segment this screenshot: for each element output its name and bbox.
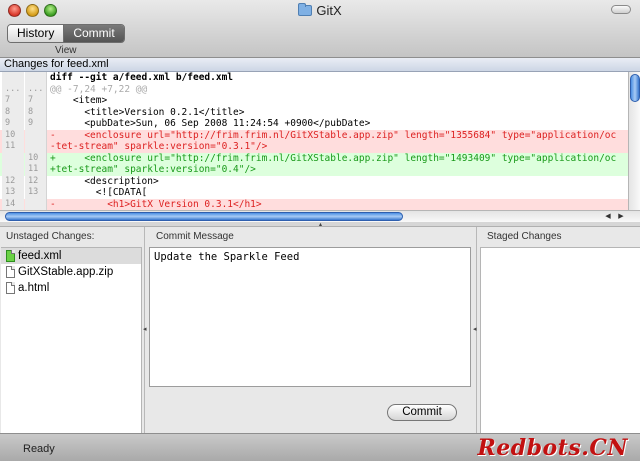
commit-message-label: Commit Message — [156, 231, 234, 242]
diff-code: + <enclosure url="http://frim.frim.nl/Gi… — [50, 152, 617, 164]
diff-line: 77 <item> — [0, 95, 628, 107]
commit-view-button[interactable]: Commit — [63, 25, 124, 42]
diff-code: <description> — [50, 175, 159, 187]
window-titlebar: GitX History Commit View — [0, 0, 640, 58]
old-line-number — [2, 164, 24, 176]
folder-icon — [298, 3, 313, 16]
file-icon — [6, 250, 15, 262]
unstaged-file-item[interactable]: a.html — [1, 280, 141, 296]
diff-code: diff --git a/feed.xml b/feed.xml — [50, 72, 234, 83]
diff-line: ...... @@ -7,24 +7,22 @@ — [0, 83, 628, 95]
diff-vertical-scrollbar[interactable] — [628, 72, 640, 210]
diff-header: Changes for feed.xml — [0, 58, 640, 72]
old-line-number — [2, 72, 24, 84]
diff-line: 10 - <enclosure url="http://frim.frim.nl/… — [0, 129, 628, 141]
unstaged-file-item[interactable]: GitXStable.app.zip — [1, 264, 141, 280]
old-line-number: 10 — [2, 129, 24, 141]
diff-code: +tet-stream" sparkle:version="0.4"/> — [50, 164, 256, 175]
new-line-number: 11 — [25, 164, 47, 176]
file-name: GitXStable.app.zip — [18, 266, 114, 278]
old-line-number — [2, 152, 24, 164]
view-segmented-control: History Commit — [7, 24, 125, 43]
right-divider-handle-icon[interactable]: ◂ — [473, 325, 477, 333]
scroll-left-arrow-icon[interactable]: ◀ — [603, 211, 613, 222]
diff-code: -tet-stream" sparkle:version="0.3.1"/> — [50, 141, 268, 152]
diff-line: 11 -tet-stream" sparkle:version="0.3.1"/> — [0, 141, 628, 153]
diff-horizontal-scroll-thumb[interactable] — [5, 212, 403, 221]
diff-code: <![CDATA[ — [50, 187, 148, 198]
new-line-number: 8 — [25, 106, 47, 118]
file-name: a.html — [18, 282, 50, 294]
diff-line: 10 + <enclosure url="http://frim.frim.nl/… — [0, 152, 628, 164]
status-bar: Ready Redbots.CN — [0, 433, 640, 461]
history-view-button[interactable]: History — [8, 25, 64, 42]
diff-code: <pubDate>Sun, 06 Sep 2008 11:24:54 +0900… — [50, 118, 371, 129]
new-line-number: ... — [25, 83, 47, 95]
old-line-number: 12 — [2, 175, 24, 187]
old-line-number: ... — [2, 83, 24, 95]
watermark-logo: Redbots.CN — [477, 435, 628, 461]
unstaged-file-item[interactable]: feed.xml — [1, 248, 141, 264]
diff-vertical-scroll-thumb[interactable] — [630, 74, 640, 102]
old-line-number: 14 — [2, 198, 24, 210]
new-line-number: 10 — [25, 152, 47, 164]
new-line-number — [25, 141, 47, 153]
diff-line: diff --git a/feed.xml b/feed.xml — [0, 72, 628, 84]
new-line-number: 12 — [25, 175, 47, 187]
diff-horizontal-scrollbar[interactable]: ◀ ▶ — [0, 210, 640, 222]
old-line-number: 8 — [2, 106, 24, 118]
diff-code: - <enclosure url="http://frim.frim.nl/Gi… — [50, 129, 617, 141]
diff-line: 11 +tet-stream" sparkle:version="0.4"/> — [0, 164, 628, 176]
scroll-right-arrow-icon[interactable]: ▶ — [616, 211, 626, 222]
staged-files-list[interactable] — [480, 247, 640, 434]
diff-view[interactable]: diff --git a/feed.xml b/feed.xml...... @@… — [0, 72, 628, 210]
window-title-text: GitX — [316, 3, 342, 18]
old-line-number: 11 — [2, 141, 24, 153]
old-line-number: 7 — [2, 95, 24, 107]
unstaged-changes-label: Unstaged Changes: — [6, 231, 95, 242]
diff-code: - <h1>GitX Version 0.3.1</h1> — [50, 198, 262, 210]
diff-line: 13 13 <![CDATA[ — [0, 187, 628, 199]
toolbar-toggle-button[interactable] — [611, 5, 631, 14]
diff-code: <item> — [50, 95, 108, 106]
file-icon — [6, 266, 15, 278]
new-line-number: 7 — [25, 95, 47, 107]
window-title: GitX — [0, 3, 640, 18]
commit-panel: Unstaged Changes: feed.xml GitXStable.app… — [0, 226, 640, 434]
file-icon — [6, 282, 15, 294]
status-text: Ready — [23, 443, 55, 455]
left-divider-handle-icon[interactable]: ◂ — [143, 325, 147, 333]
file-name: feed.xml — [18, 250, 62, 262]
diff-line: 12 12 <description> — [0, 175, 628, 187]
view-label: View — [55, 45, 77, 56]
commit-button[interactable]: Commit — [387, 404, 457, 421]
diff-line: 14 - <h1>GitX Version 0.3.1</h1> — [0, 198, 628, 210]
new-line-number — [25, 198, 47, 210]
diff-code: <title>Version 0.2.1</title> — [50, 106, 245, 118]
new-line-number — [25, 129, 47, 141]
new-line-number — [25, 72, 47, 84]
diff-line: 99 <pubDate>Sun, 06 Sep 2008 11:24:54 +0… — [0, 118, 628, 130]
commit-message-input[interactable]: Update the Sparkle Feed — [149, 247, 471, 387]
diff-code: @@ -7,24 +7,22 @@ — [50, 83, 148, 95]
new-line-number: 9 — [25, 118, 47, 130]
staged-changes-label: Staged Changes — [487, 231, 562, 242]
unstaged-files-list[interactable]: feed.xml GitXStable.app.zip a.html — [1, 247, 142, 434]
diff-line: 88 <title>Version 0.2.1</title> — [0, 106, 628, 118]
new-line-number: 13 — [25, 187, 47, 199]
old-line-number: 9 — [2, 118, 24, 130]
old-line-number: 13 — [2, 187, 24, 199]
